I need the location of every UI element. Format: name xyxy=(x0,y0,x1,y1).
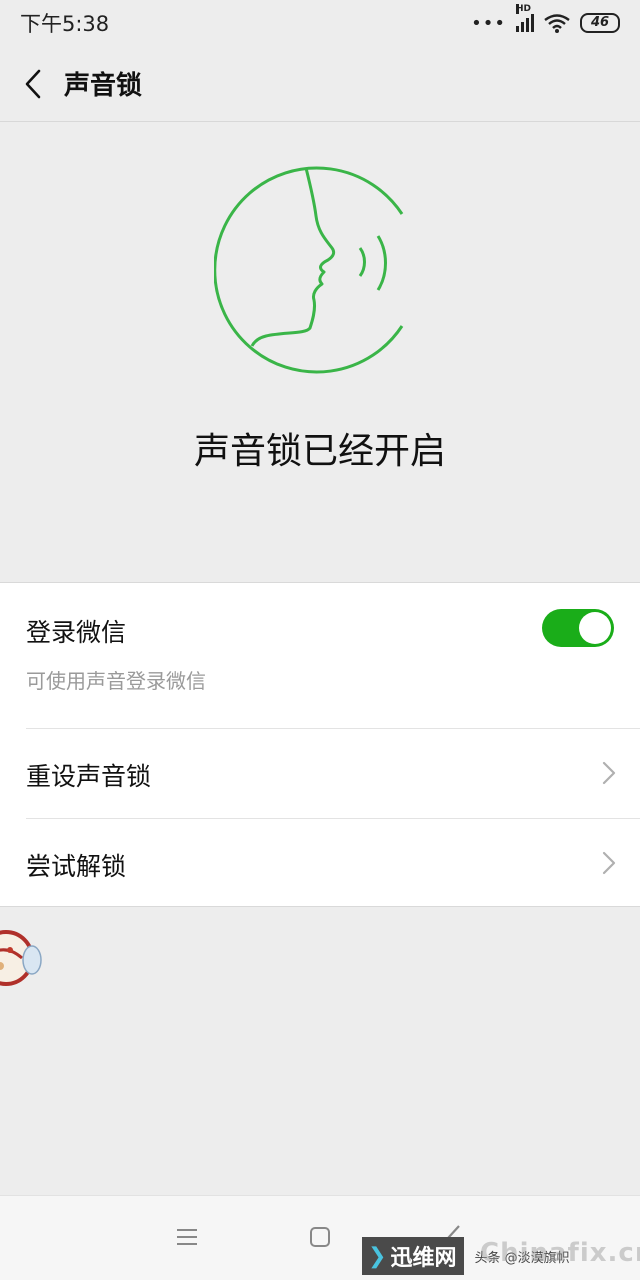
wifi-icon xyxy=(544,14,570,33)
menu-item-label: 尝试解锁 xyxy=(26,852,127,881)
reset-voice-lock-row[interactable]: 重设声音锁 xyxy=(0,729,640,818)
toggle-knob xyxy=(579,612,611,644)
home-icon[interactable] xyxy=(309,1226,331,1248)
floating-sticker-icon[interactable] xyxy=(0,914,48,1004)
watermark-logo: ❯ 迅维网 xyxy=(362,1237,465,1275)
back-button[interactable] xyxy=(18,64,48,104)
settings-card: 登录微信 可使用声音登录微信 重设声音锁 尝试解锁 xyxy=(0,582,640,907)
watermark: ❯ 迅维网 Chinafix.cn 头条 @淡漠旗帜 xyxy=(362,1236,640,1276)
try-unlock-row[interactable]: 尝试解锁 xyxy=(0,819,640,908)
chevron-right-icon xyxy=(602,851,616,875)
status-bar: 下午5:38 ••• HD 46 xyxy=(0,0,640,46)
voice-lock-status: 声音锁已经开启 xyxy=(193,431,446,472)
back-arrow-icon xyxy=(25,69,41,98)
hd-label: HD xyxy=(516,4,532,14)
menu-item-label: 重设声音锁 xyxy=(26,762,152,791)
page-title: 声音锁 xyxy=(64,71,143,101)
voice-face-icon xyxy=(214,166,404,374)
login-wechat-row: 登录微信 可使用声音登录微信 xyxy=(0,583,640,728)
voice-lock-hero: 声音锁已经开启 xyxy=(0,122,640,582)
battery-icon: 46 xyxy=(580,13,620,33)
watermark-logo-text: 迅维网 xyxy=(390,1246,457,1271)
more-notifications-icon: ••• xyxy=(471,12,506,34)
login-wechat-toggle[interactable] xyxy=(542,609,614,647)
chevron-right-icon xyxy=(602,761,616,785)
watermark-domain: Chinafix.cn xyxy=(480,1238,640,1268)
status-time: 下午5:38 xyxy=(20,12,110,36)
login-wechat-label: 登录微信 xyxy=(26,618,127,647)
cell-signal-icon: HD xyxy=(516,4,534,32)
login-wechat-description: 可使用声音登录微信 xyxy=(26,669,206,693)
status-icons: ••• HD 46 xyxy=(471,4,620,34)
recent-apps-icon[interactable] xyxy=(176,1226,198,1248)
arrow-icon: ❯ xyxy=(368,1243,387,1269)
title-bar: 声音锁 xyxy=(0,46,640,122)
